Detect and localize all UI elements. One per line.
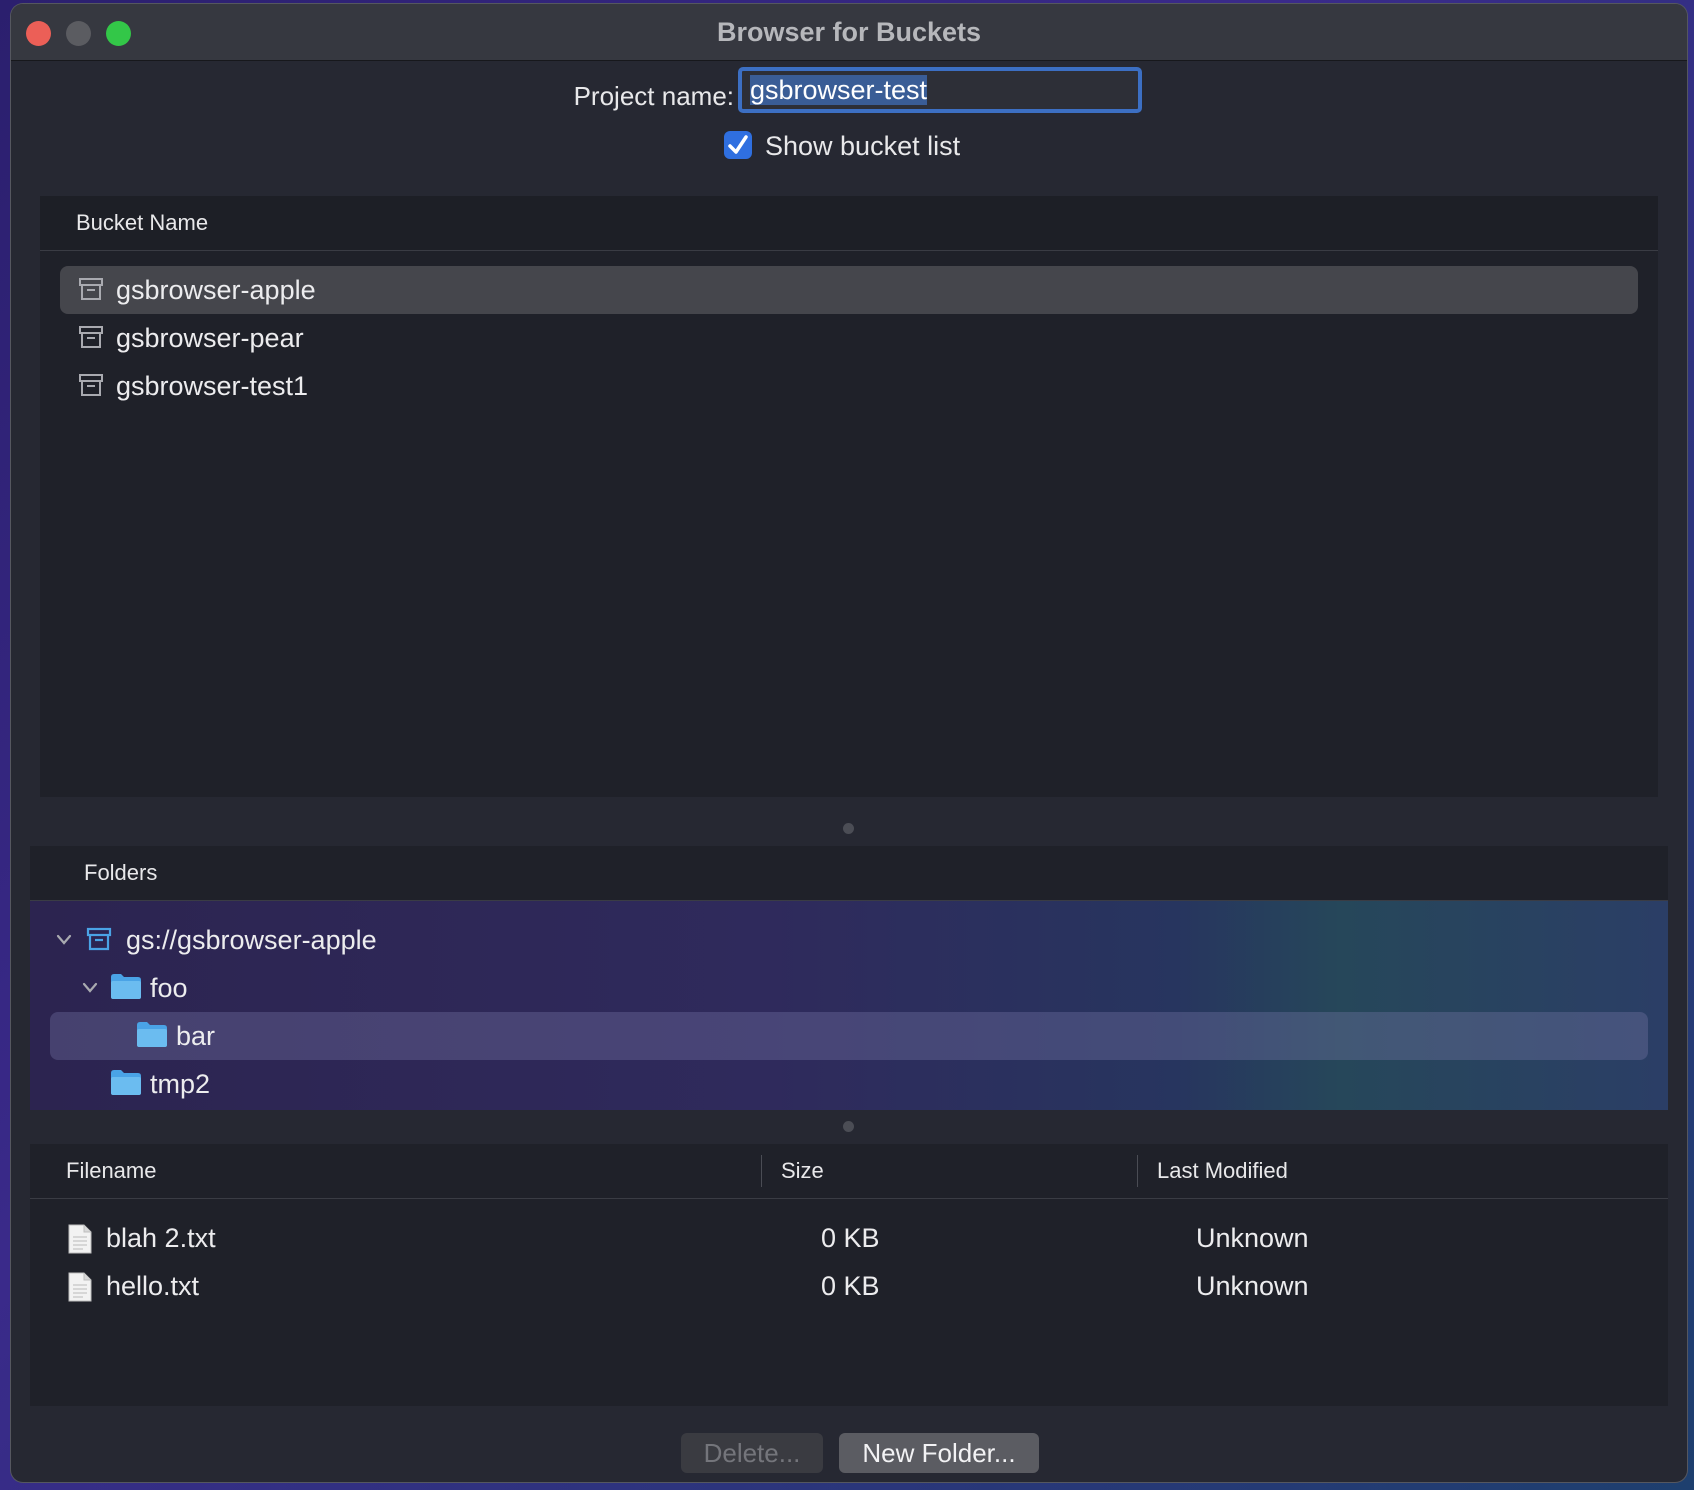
browser-window: Browser for Buckets Project name: gsbrow… [11,4,1687,1482]
folder-icon [111,974,141,999]
title-bar: Browser for Buckets [11,4,1687,61]
cell-filename: hello.txt [106,1271,200,1301]
tree-item-label: tmp2 [150,1069,211,1099]
column-separator[interactable] [761,1155,762,1187]
bucket-row-gsbrowser-test1[interactable]: gsbrowser-test1 [60,362,1638,410]
column-header-last-modified[interactable]: Last Modified [1157,1156,1288,1186]
bucket-name-column-header[interactable]: Bucket Name [76,208,208,238]
folder-icon [137,1022,167,1047]
bucket-name: gsbrowser-test1 [116,371,309,401]
bucket-icon [79,374,103,396]
folders-column-header[interactable]: Folders [84,858,157,888]
new-folder-button[interactable]: New Folder... [839,1433,1039,1473]
files-table: Filename Size Last Modified blah 2.txt 0… [30,1144,1668,1406]
tree-row-folder-bar[interactable]: bar [50,1012,1648,1060]
bucket-list-header: Bucket Name [40,196,1658,251]
bucket-icon [86,927,112,951]
split-view-divider-handle[interactable] [843,823,854,834]
chevron-down-icon[interactable] [82,982,98,994]
checkmark-icon [728,135,748,154]
tree-item-label: foo [150,973,188,1003]
column-separator[interactable] [1137,1155,1138,1187]
cell-size: 0 KB [821,1271,880,1301]
document-icon [68,1272,92,1302]
project-name-value: gsbrowser-test [750,75,928,105]
bucket-row-gsbrowser-pear[interactable]: gsbrowser-pear [60,314,1638,362]
bucket-name: gsbrowser-apple [116,275,316,305]
bucket-icon [79,326,103,348]
folders-header: Folders [30,846,1668,901]
project-name-input[interactable]: gsbrowser-test [738,67,1142,113]
folders-panel: Folders gs://gsbrowser-apple foo bar tmp… [30,846,1668,1110]
tree-row-bucket-root[interactable]: gs://gsbrowser-apple [30,916,1668,964]
split-view-divider-handle[interactable] [843,1121,854,1132]
bucket-name: gsbrowser-pear [116,323,304,353]
cell-size: 0 KB [821,1223,880,1253]
window-title: Browser for Buckets [716,17,982,47]
tree-row-folder-foo[interactable]: foo [30,964,1668,1012]
document-icon [68,1224,92,1254]
files-table-header: Filename Size Last Modified [30,1144,1668,1199]
folder-icon [111,1070,141,1095]
project-name-label: Project name: [573,81,734,111]
table-row[interactable]: blah 2.txt 0 KB Unknown [30,1214,1668,1262]
column-header-size[interactable]: Size [781,1156,824,1186]
cell-filename: blah 2.txt [106,1223,216,1253]
tree-item-label: bar [176,1021,216,1051]
bucket-list-panel: Bucket Name gsbrowser-apple gsbrowser-pe… [40,196,1658,797]
tree-item-label: gs://gsbrowser-apple [126,925,377,955]
tree-row-folder-tmp2[interactable]: tmp2 [30,1060,1668,1108]
cell-last-modified: Unknown [1196,1271,1309,1301]
chevron-down-icon[interactable] [56,934,72,946]
cell-last-modified: Unknown [1196,1223,1309,1253]
column-header-filename[interactable]: Filename [66,1156,156,1186]
show-bucket-list-label[interactable]: Show bucket list [765,128,960,164]
table-row[interactable]: hello.txt 0 KB Unknown [30,1262,1668,1310]
show-bucket-list-checkbox[interactable] [724,131,752,159]
bucket-row-gsbrowser-apple[interactable]: gsbrowser-apple [60,266,1638,314]
bucket-icon [79,278,103,300]
delete-button[interactable]: Delete... [681,1433,823,1473]
